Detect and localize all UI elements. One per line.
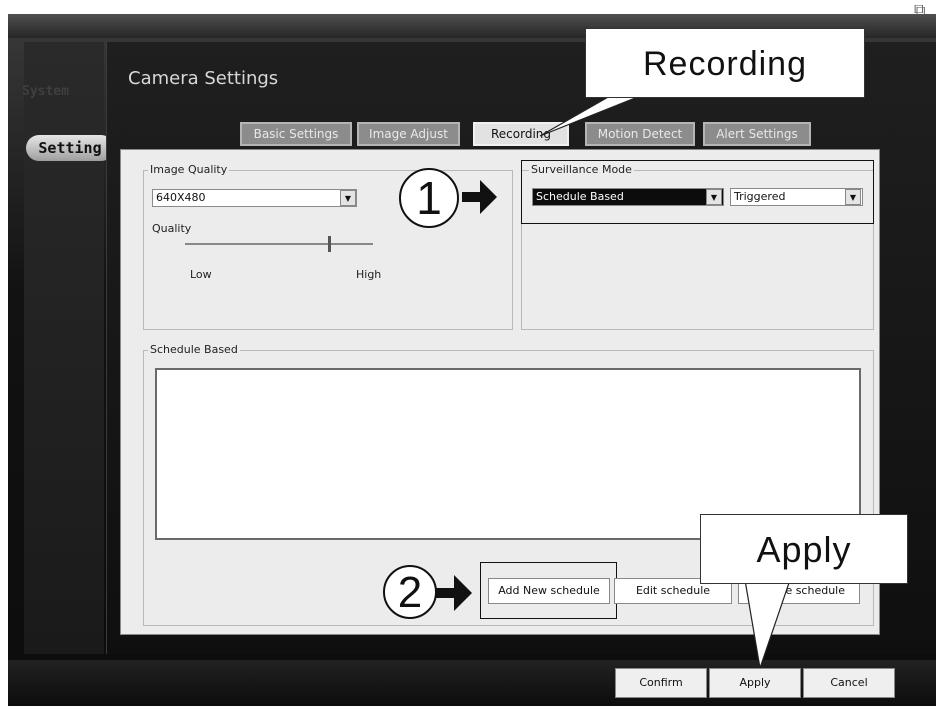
apply-callout-pointer [744, 579, 791, 669]
recording-callout-pointer [539, 95, 641, 137]
recording-callout: Recording [585, 28, 865, 98]
callout-pointers [436, 95, 791, 669]
right-arrow-icon [436, 575, 472, 611]
right-arrow-icon [462, 180, 497, 214]
step-2-marker: 2 [383, 565, 437, 619]
step-1-marker: 1 [399, 168, 459, 228]
apply-callout: Apply [700, 514, 908, 584]
